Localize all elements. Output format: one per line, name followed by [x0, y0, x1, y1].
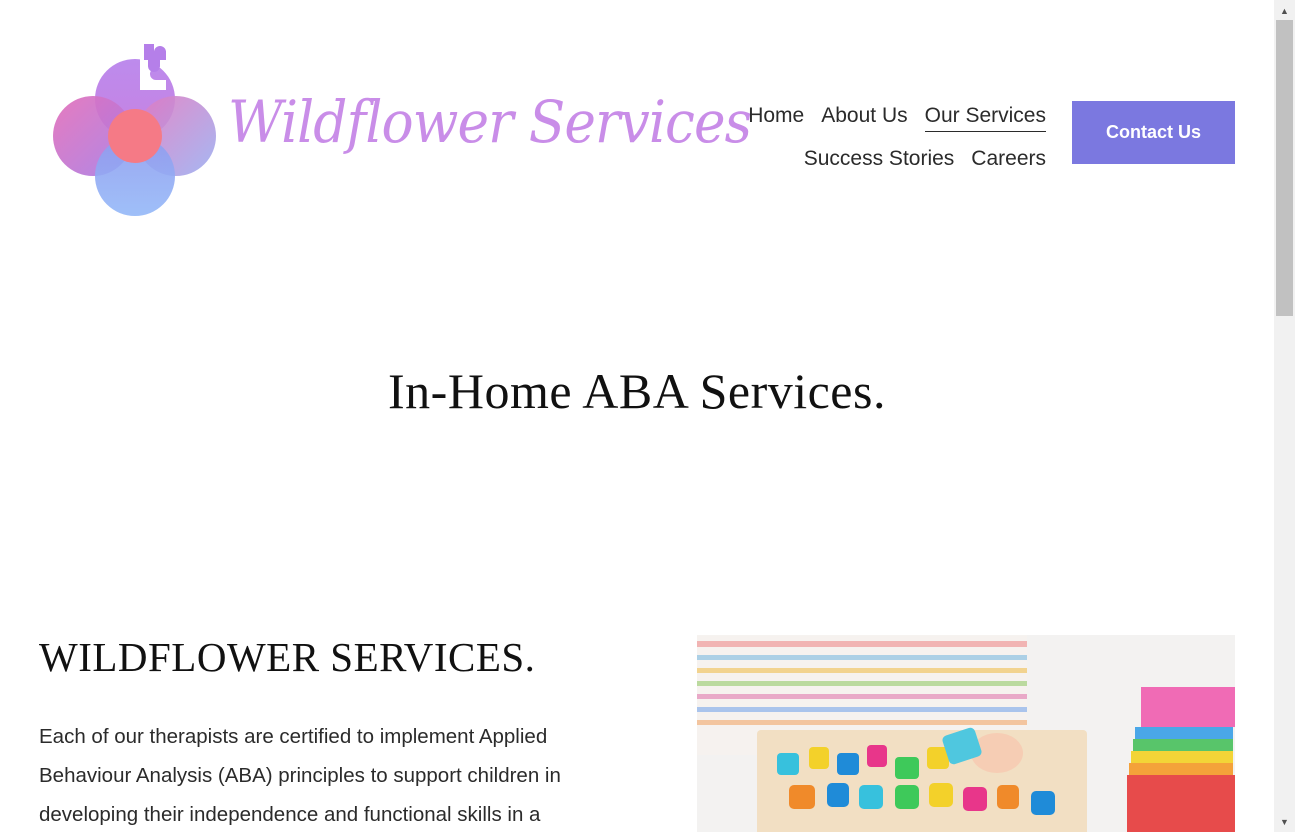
children-toys-photo	[697, 635, 1235, 832]
logo[interactable]: Wildflower Services	[48, 40, 752, 222]
logo-text: Wildflower Services	[228, 88, 752, 156]
scrollbar-thumb[interactable]	[1276, 20, 1293, 316]
nav-link-home[interactable]: Home	[748, 104, 804, 132]
section-title: WILDFLOWER SERVICES.	[39, 634, 536, 680]
nav-link-about-us[interactable]: About Us	[821, 104, 907, 132]
nav-link-our-services[interactable]: Our Services	[924, 104, 1046, 132]
nav-row-1: Home About Us Our Services	[716, 96, 1046, 139]
main-nav: Home About Us Our Services Success Stori…	[716, 96, 1046, 182]
section-body: Each of our therapists are certified to …	[39, 725, 561, 826]
triangle-up-icon[interactable]: ▲	[1274, 2, 1295, 19]
triangle-down-icon[interactable]: ▼	[1274, 813, 1295, 830]
nav-link-careers[interactable]: Careers	[971, 147, 1046, 175]
flower-logo-icon	[53, 44, 216, 216]
nav-link-success-stories[interactable]: Success Stories	[804, 147, 955, 175]
vertical-scrollbar[interactable]: ▲ ▼	[1274, 0, 1295, 832]
nav-row-2: Success Stories Careers	[716, 139, 1046, 182]
hero-title: In-Home ABA Services.	[388, 363, 886, 419]
contact-us-button[interactable]: Contact Us	[1072, 101, 1235, 164]
page: Wildflower Services Home About Us Our Se…	[0, 0, 1274, 832]
